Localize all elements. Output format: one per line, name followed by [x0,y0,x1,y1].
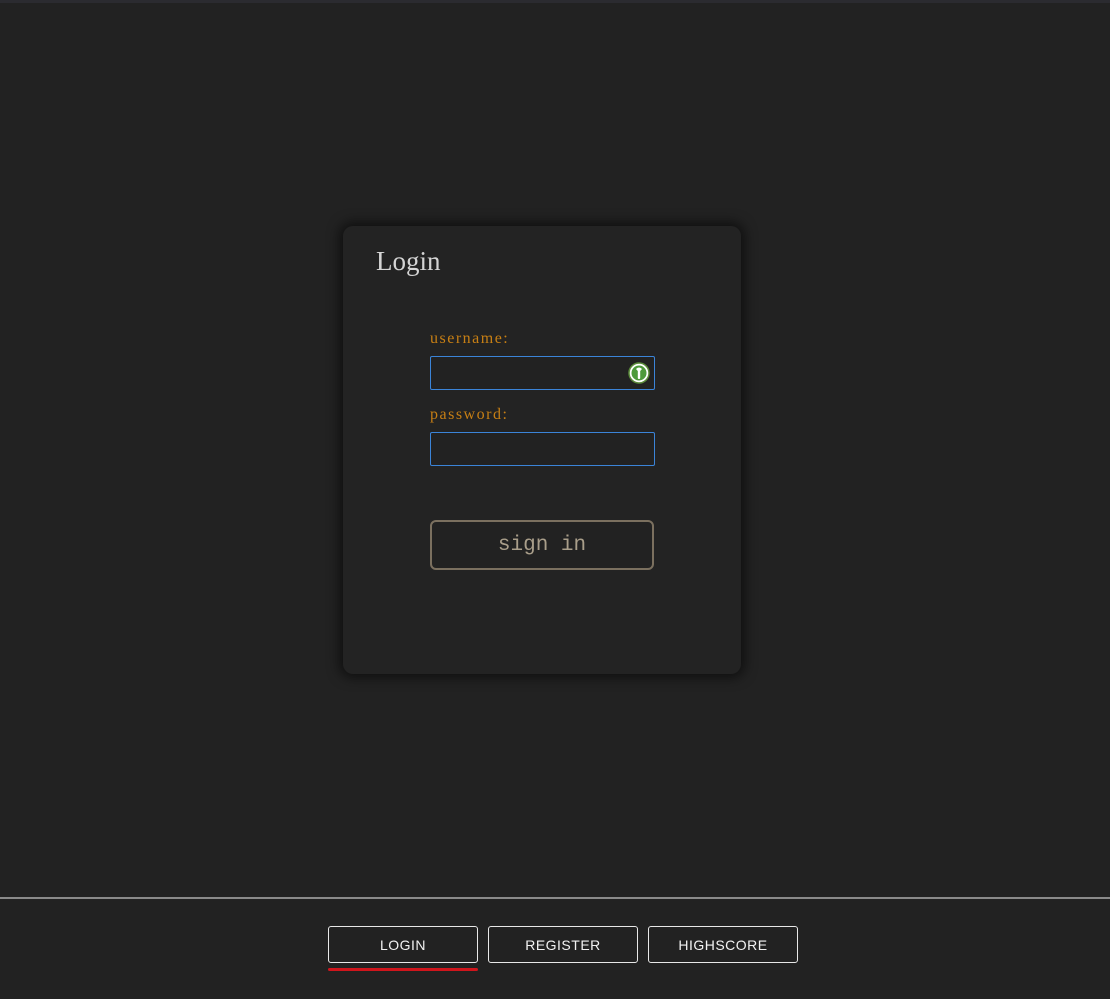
footer-divider [0,897,1110,899]
password-manager-icon[interactable] [628,362,650,384]
username-label: username: [430,330,510,347]
active-tab-indicator [328,968,478,971]
nav-register-button[interactable]: REGISTER [488,926,638,963]
password-label: password: [430,406,509,423]
username-input[interactable] [430,356,655,390]
sign-in-button[interactable]: sign in [430,520,654,570]
nav-highscore-button[interactable]: HIGHSCORE [648,926,798,963]
top-edge [0,0,1110,3]
login-card: Login username: password: sign in [343,226,741,674]
login-title: Login [376,246,441,276]
password-input[interactable] [430,432,655,466]
nav-login-button[interactable]: LOGIN [328,926,478,963]
